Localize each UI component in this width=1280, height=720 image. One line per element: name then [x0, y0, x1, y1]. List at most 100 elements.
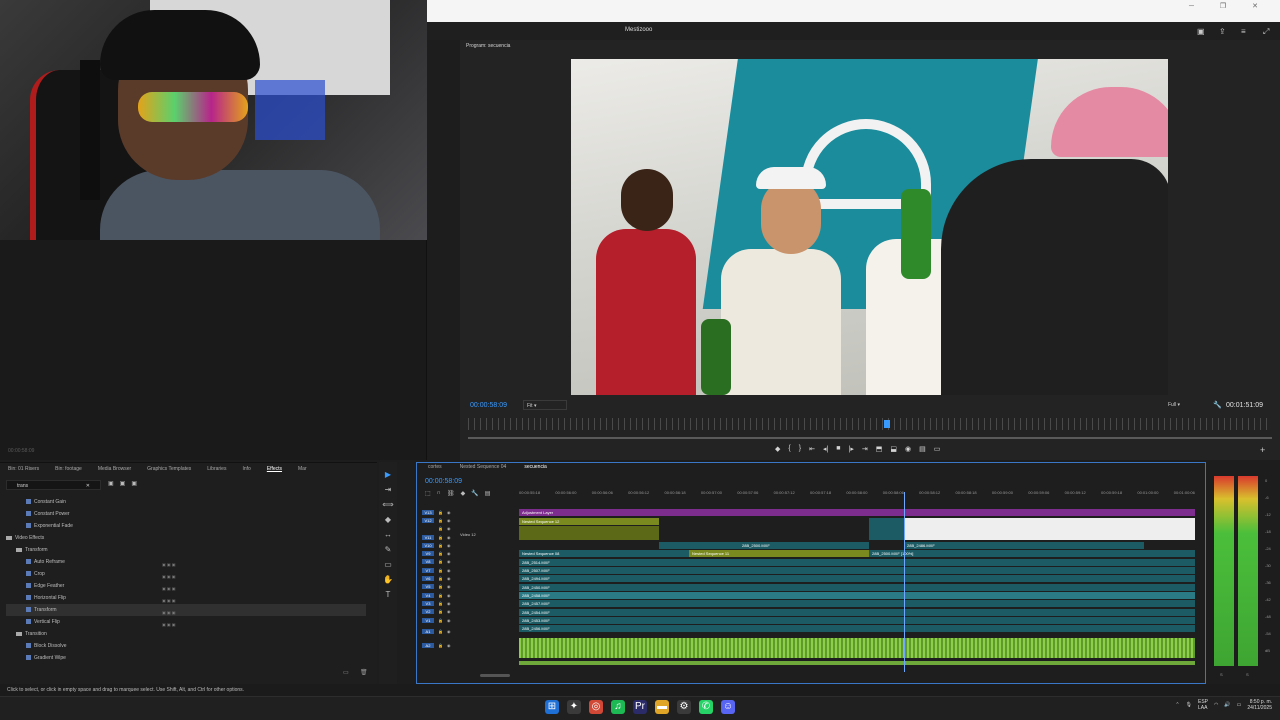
- discord-icon[interactable]: ☺: [721, 700, 735, 714]
- play-icon[interactable]: ■: [836, 445, 840, 457]
- zoom-fit-select[interactable]: Fit ▾: [523, 400, 567, 410]
- clip-2486[interactable]: 28B_2486.MXF: [904, 542, 1144, 549]
- step-back-icon[interactable]: ◂|: [823, 445, 828, 457]
- track-target-label[interactable]: A2: [422, 642, 434, 648]
- timeline-playhead[interactable]: [904, 492, 905, 672]
- effects-tree-item[interactable]: Edge Feather ▣ ▣ ▣: [6, 580, 366, 592]
- effects-tree-item[interactable]: Auto Reframe ▣ ▣ ▣: [6, 556, 366, 568]
- effects-tree-item[interactable]: Video Effects: [6, 532, 366, 544]
- track-header[interactable]: V1 🔒 ◉: [418, 616, 518, 624]
- marker-icon[interactable]: ◆: [775, 445, 780, 457]
- fullscreen-icon[interactable]: ⤢: [1263, 27, 1269, 37]
- clear-search-icon[interactable]: ✕: [86, 483, 90, 489]
- eye-icon[interactable]: ◉: [447, 618, 451, 623]
- lock-icon[interactable]: 🔒: [438, 609, 443, 614]
- effects-tree-item[interactable]: Transform: [6, 544, 366, 556]
- eye-icon[interactable]: ◉: [447, 643, 451, 648]
- lock-icon[interactable]: 🔒: [438, 510, 443, 515]
- eye-icon[interactable]: ◉: [447, 559, 451, 564]
- tab-graphics-templates[interactable]: Graphics Templates: [139, 466, 199, 472]
- track-header[interactable]: V13 🔒 ◉: [418, 508, 518, 516]
- mark-in-icon[interactable]: {: [788, 445, 790, 457]
- program-video-frame[interactable]: [571, 59, 1168, 395]
- meter-solo-right[interactable]: S: [1246, 672, 1249, 677]
- settings-icon[interactable]: 🔧: [471, 490, 478, 497]
- lock-icon[interactable]: 🔒: [438, 535, 443, 540]
- snap-icon[interactable]: ∩: [437, 490, 441, 497]
- clip-nested-12-body[interactable]: [519, 526, 659, 540]
- premiere-icon[interactable]: Pr: [633, 700, 647, 714]
- track-header[interactable]: V7 🔒 ◉: [418, 566, 518, 574]
- eye-icon[interactable]: ◉: [447, 593, 451, 598]
- track-target-label[interactable]: V7: [422, 567, 434, 573]
- volume-icon[interactable]: 🔊: [1224, 702, 1230, 708]
- tab-bin-risers[interactable]: Bin: 01 Risers: [0, 466, 47, 472]
- clip-v2[interactable]: 28B_2453.MXF: [519, 617, 1195, 624]
- lock-icon[interactable]: 🔒: [438, 576, 443, 581]
- pen-icon[interactable]: ✎: [385, 545, 392, 554]
- tab-nested-04[interactable]: Nested Sequence 04: [460, 464, 507, 470]
- tab-media-browser[interactable]: Media Browser: [90, 466, 139, 472]
- effects-search-input[interactable]: trans ✕: [6, 480, 101, 490]
- clip-v5[interactable]: 28B_2458.MXF: [519, 592, 1195, 599]
- marker-add-icon[interactable]: ◆: [461, 490, 466, 497]
- effects-tree-item[interactable]: Constant Gain: [6, 496, 366, 508]
- ripple-edit-icon[interactable]: ⟺: [382, 500, 393, 509]
- program-playhead[interactable]: [884, 420, 890, 428]
- chrome-icon[interactable]: ◎: [589, 700, 603, 714]
- effects-tree-item[interactable]: Block Dissolve: [6, 640, 366, 652]
- wrench-icon[interactable]: 🔧: [1213, 401, 1222, 409]
- razor-icon[interactable]: ◆: [385, 515, 391, 524]
- clip-adjustment-layer[interactable]: Adjustment Layer: [519, 509, 1195, 516]
- nest-icon[interactable]: ⬚: [425, 490, 431, 497]
- lock-icon[interactable]: 🔒: [438, 601, 443, 606]
- lock-icon[interactable]: 🔒: [438, 629, 443, 634]
- eye-icon[interactable]: ◉: [447, 576, 451, 581]
- track-target-label[interactable]: V2: [422, 609, 434, 615]
- effects-tree-item[interactable]: Gradient Wipe: [6, 652, 366, 664]
- linked-icon[interactable]: ⛓: [447, 490, 455, 497]
- track-target-label[interactable]: V3: [422, 600, 434, 606]
- window-controls[interactable]: ─ ❐ ✕: [1189, 2, 1270, 10]
- captions-icon[interactable]: ▤: [485, 490, 491, 497]
- menu-icon[interactable]: ≡: [1241, 27, 1246, 36]
- lock-icon[interactable]: 🔒: [438, 568, 443, 573]
- accelerated-filter-icon[interactable]: ▣: [108, 480, 114, 487]
- clip-v4[interactable]: 28B_2457.MXF: [519, 600, 1195, 607]
- effects-tree-item[interactable]: Crop ▣ ▣ ▣: [6, 568, 366, 580]
- compare-icon[interactable]: ▤: [919, 445, 926, 457]
- tab-cortes[interactable]: cortes: [428, 464, 442, 470]
- lock-icon[interactable]: 🔒: [438, 551, 443, 556]
- lock-icon[interactable]: 🔒: [438, 618, 443, 623]
- safe-margins-icon[interactable]: ▭: [934, 445, 941, 457]
- lock-icon[interactable]: 🔒: [438, 543, 443, 548]
- track-header[interactable]: V6 🔒 ◉: [418, 574, 518, 582]
- track-target-label[interactable]: V4: [422, 592, 434, 598]
- eye-icon[interactable]: ◉: [447, 568, 451, 573]
- copilot-icon[interactable]: ✦: [567, 700, 581, 714]
- clip-nested-11[interactable]: Nested Sequence 11: [689, 550, 869, 557]
- timeline-zoom-scrollbar[interactable]: [480, 674, 510, 677]
- clip-2500-100[interactable]: 28B_2500.MXF [100%]: [869, 550, 1195, 557]
- eye-icon[interactable]: ◉: [447, 510, 451, 515]
- eye-icon[interactable]: ◉: [447, 543, 451, 548]
- clock[interactable]: 8:50 p. m. 24/11/2025: [1247, 699, 1272, 711]
- effects-tree-item[interactable]: Constant Power: [6, 508, 366, 520]
- clip-v3[interactable]: 28B_2454.MXF: [519, 609, 1195, 616]
- track-target-label[interactable]: V13: [422, 509, 434, 515]
- clip-v12-white[interactable]: [904, 518, 1195, 540]
- lock-icon[interactable]: 🔒: [438, 518, 443, 523]
- track-header[interactable]: V10 🔒 ◉: [418, 541, 518, 549]
- meter-solo-left[interactable]: S: [1220, 672, 1223, 677]
- eye-icon[interactable]: ◉: [447, 526, 451, 531]
- audio-clip-a2[interactable]: [519, 661, 1195, 665]
- language-indicator[interactable]: ESP LAA: [1198, 699, 1208, 711]
- battery-icon[interactable]: ▭: [1237, 702, 1242, 708]
- eye-icon[interactable]: ◉: [447, 518, 451, 523]
- 32bit-filter-icon[interactable]: ▣: [120, 480, 126, 487]
- eye-icon[interactable]: ◉: [447, 601, 451, 606]
- playback-resolution-select[interactable]: Full ▾: [1165, 400, 1203, 410]
- audio-clip-a1[interactable]: [519, 638, 1195, 658]
- eye-icon[interactable]: ◉: [447, 609, 451, 614]
- track-header[interactable]: A2 🔒 ◉: [418, 638, 518, 652]
